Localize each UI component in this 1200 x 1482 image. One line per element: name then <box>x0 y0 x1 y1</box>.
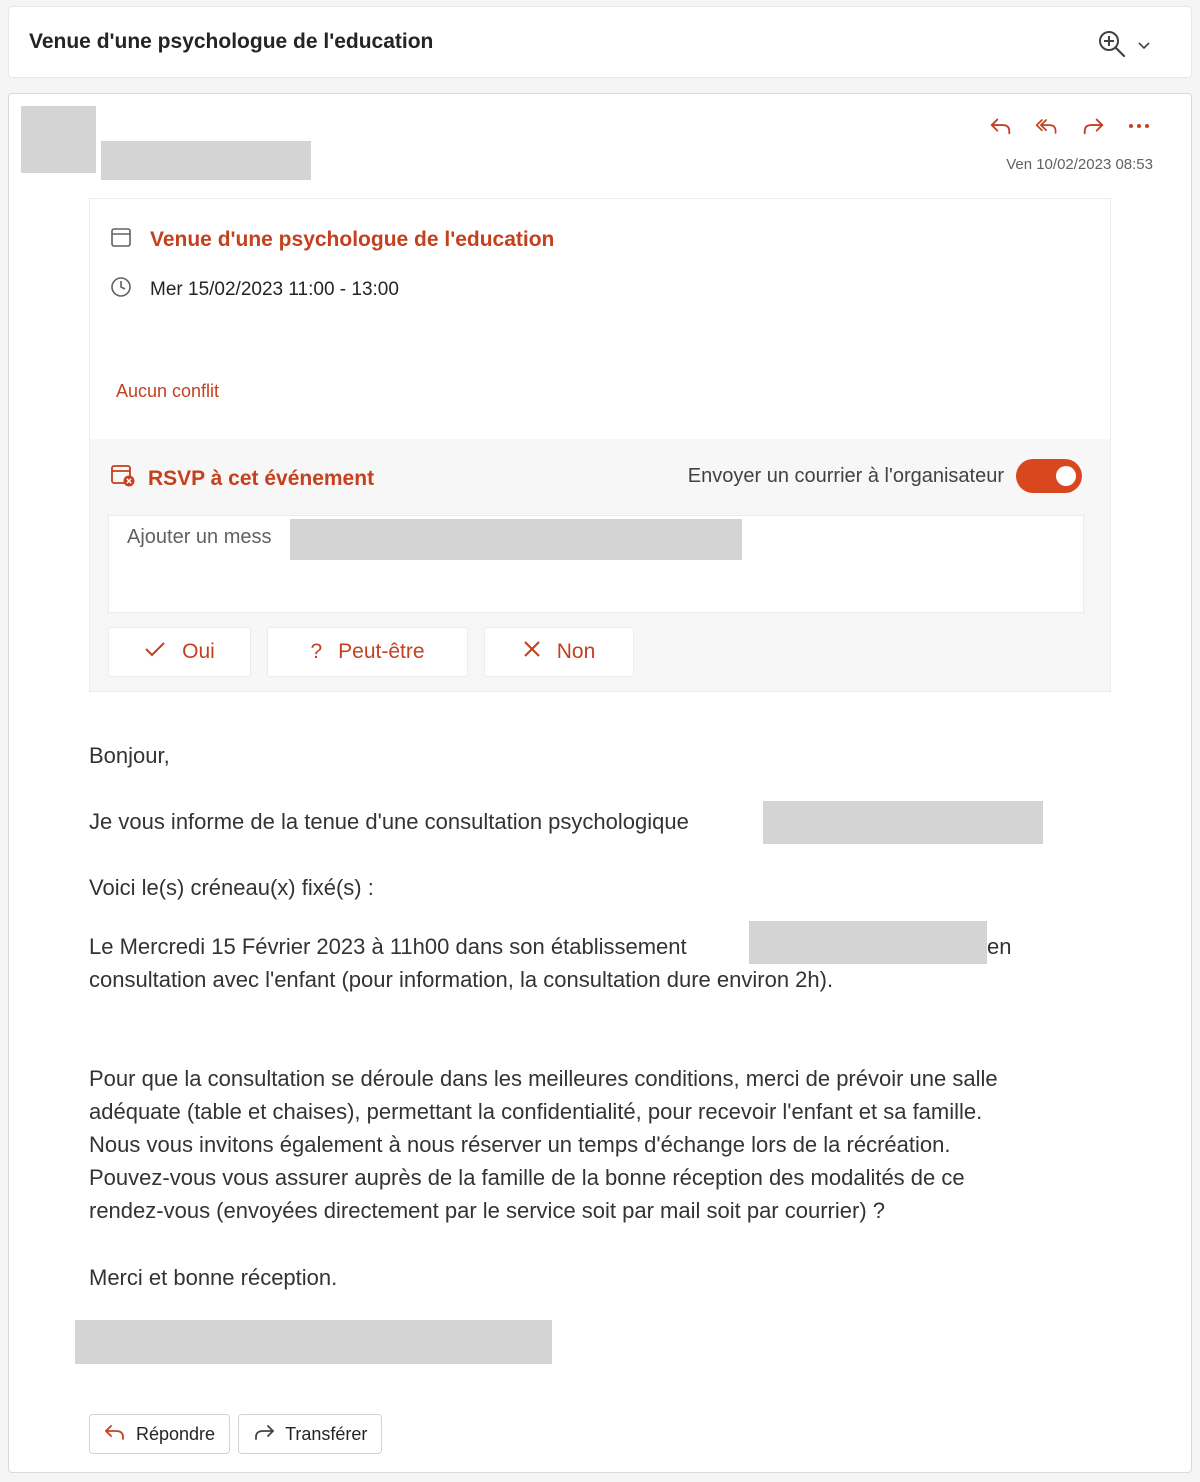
chevron-down-icon <box>1137 38 1151 56</box>
reply-button[interactable]: Répondre <box>89 1414 231 1454</box>
meeting-invite: Venue d'une psychologue de l'education M… <box>89 198 1111 692</box>
rsvp-maybe-button[interactable]: ? Peut-être <box>267 627 468 677</box>
reply-icon <box>104 1423 126 1446</box>
forward-icon <box>253 1423 275 1446</box>
body-para-line-5: rendez-vous (envoyées directement par le… <box>89 1198 885 1223</box>
footer-actions: Répondre Transférer <box>89 1414 383 1454</box>
conflict-status: Aucun conflit <box>116 381 220 401</box>
zoom-in-icon <box>1097 29 1127 64</box>
rsvp-panel: RSVP à cet événement Envoyer un courrier… <box>90 439 1110 691</box>
forward-button[interactable]: Transférer <box>238 1414 383 1454</box>
forward-button-label: Transférer <box>285 1423 368 1444</box>
body-redacted-1 <box>763 801 1043 844</box>
body-greeting: Bonjour, <box>89 743 170 768</box>
question-icon: ? <box>310 640 323 663</box>
invite-title-row: Venue d'une psychologue de l'education <box>110 226 554 253</box>
zoom-control[interactable] <box>1097 29 1151 64</box>
calendar-icon <box>110 226 132 253</box>
sent-date: Ven 10/02/2023 08:53 <box>1006 156 1153 173</box>
rsvp-no-button[interactable]: Non <box>484 627 634 677</box>
body-line-3a: Le Mercredi 15 Février 2023 à 11h00 dans… <box>89 934 687 959</box>
reply-button-label: Répondre <box>136 1423 216 1444</box>
message-card: Ven 10/02/2023 08:53 Venue d'une psychol… <box>8 93 1192 1473</box>
message-redacted <box>290 519 742 560</box>
forward-icon[interactable] <box>1081 114 1105 138</box>
body-closing: Merci et bonne réception. <box>89 1265 338 1290</box>
invite-time-row: Mer 15/02/2023 11:00 - 13:00 <box>110 276 399 303</box>
more-options-icon[interactable] <box>1127 114 1151 138</box>
send-mail-label: Envoyer un courrier à l'organisateur <box>687 464 1004 487</box>
invite-time: Mer 15/02/2023 11:00 - 13:00 <box>150 278 399 300</box>
body-line-3b: en <box>987 934 1012 959</box>
subject-bar: Venue d'une psychologue de l'education <box>8 6 1192 78</box>
rsvp-maybe-label: Peut-être <box>338 640 425 663</box>
close-icon <box>523 640 541 664</box>
reply-icon[interactable] <box>989 114 1013 138</box>
body-line-1: Je vous informe de la tenue d'une consul… <box>89 809 689 834</box>
sender-avatar-redacted <box>21 106 96 173</box>
body-para-line-3: Nous vous invitons également à nous rése… <box>89 1132 951 1157</box>
rsvp-label: RSVP à cet événement <box>148 466 375 490</box>
rsvp-buttons: Oui ? Peut-être Non <box>108 627 634 677</box>
message-actions <box>989 114 1151 138</box>
body-para-line-4: Pouvez-vous vous assurer auprès de la fa… <box>89 1165 965 1190</box>
body-para-line-2: adéquate (table et chaises), permettant … <box>89 1099 983 1124</box>
rsvp-yes-button[interactable]: Oui <box>108 627 251 677</box>
invite-title[interactable]: Venue d'une psychologue de l'education <box>150 228 554 252</box>
calendar-rsvp-icon <box>110 463 136 494</box>
body-redacted-2 <box>749 921 987 964</box>
subject-title: Venue d'une psychologue de l'education <box>29 30 434 53</box>
send-mail-setting: Envoyer un courrier à l'organisateur <box>688 459 1082 493</box>
sender-name-redacted <box>101 141 311 180</box>
send-mail-toggle[interactable] <box>1016 459 1082 493</box>
rsvp-no-label: Non <box>556 640 596 663</box>
rsvp-yes-label: Oui <box>182 640 215 663</box>
clock-icon <box>110 276 132 303</box>
rsvp-message-placeholder: Ajouter un mess <box>127 526 272 548</box>
body-para-line-1: Pour que la consultation se déroule dans… <box>89 1066 998 1091</box>
check-icon <box>144 640 166 664</box>
body-line-3c: consultation avec l'enfant (pour informa… <box>89 967 834 992</box>
signature-redacted <box>75 1320 552 1364</box>
rsvp-header: RSVP à cet événement <box>110 463 374 494</box>
body-line-2: Voici le(s) créneau(x) fixé(s) : <box>89 875 374 900</box>
reply-all-icon[interactable] <box>1035 114 1059 138</box>
